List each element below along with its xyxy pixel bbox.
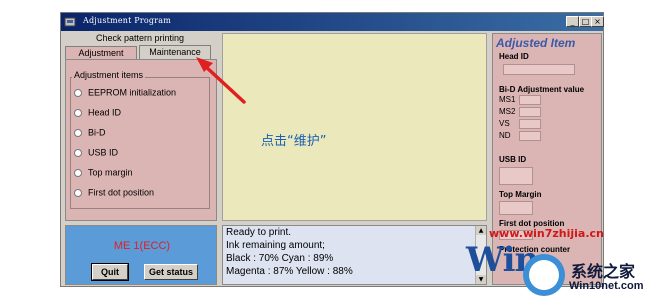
radio-top-margin[interactable]: Top margin bbox=[74, 167, 133, 179]
scroll-up-icon[interactable]: ▲ bbox=[476, 226, 486, 235]
nd-label: ND bbox=[499, 131, 511, 140]
ms1-label: MS1 bbox=[499, 95, 516, 104]
radio-icon bbox=[74, 108, 82, 117]
radio-icon bbox=[74, 168, 82, 177]
adjusted-item-title: Adjusted Item bbox=[496, 36, 576, 50]
nd-field bbox=[519, 131, 541, 141]
app-icon bbox=[64, 17, 76, 27]
head-id-label: Head ID bbox=[499, 52, 529, 61]
ms2-field bbox=[519, 107, 541, 117]
status-ready: Ready to print. bbox=[226, 227, 292, 238]
display-area: 点击“维护” bbox=[222, 33, 487, 221]
ms1-field bbox=[519, 95, 541, 105]
radio-icon bbox=[74, 188, 82, 197]
status-box: Ready to print. Ink remaining amount; Bl… bbox=[222, 225, 487, 285]
watermark-url-top: www.win7zhijia.cn bbox=[489, 227, 604, 240]
adjustment-items-label: Adjustment items bbox=[72, 70, 146, 80]
usb-id-field bbox=[499, 167, 533, 185]
close-button[interactable]: × bbox=[591, 16, 604, 27]
status-magenta-yellow: Magenta : 87% Yellow : 88% bbox=[226, 266, 353, 277]
adjustment-panel: Adjustment items EEPROM initialization H… bbox=[65, 59, 217, 221]
tab-maintenance[interactable]: Maintenance bbox=[139, 45, 211, 59]
usb-id-label: USB ID bbox=[499, 155, 527, 164]
ms2-label: MS2 bbox=[499, 107, 516, 116]
window-title: Adjustment Program bbox=[83, 16, 172, 25]
vs-field bbox=[519, 119, 541, 129]
radio-icon bbox=[74, 128, 82, 137]
quit-button[interactable]: Quit bbox=[91, 263, 129, 281]
minimize-button[interactable]: _ bbox=[566, 16, 579, 27]
radio-first-dot-position[interactable]: First dot position bbox=[74, 187, 154, 199]
model-panel: ME 1(ECC) Quit Get status bbox=[65, 225, 217, 285]
vs-label: VS bbox=[499, 119, 510, 128]
radio-icon bbox=[74, 148, 82, 157]
top-margin-field bbox=[499, 201, 533, 215]
radio-icon bbox=[74, 88, 82, 97]
top-margin-label: Top Margin bbox=[499, 190, 542, 199]
radio-head-id[interactable]: Head ID bbox=[74, 107, 121, 119]
head-id-field bbox=[503, 64, 575, 75]
get-status-button[interactable]: Get status bbox=[144, 264, 198, 280]
watermark-globe-icon bbox=[523, 254, 565, 296]
radio-eeprom-initialization[interactable]: EEPROM initialization bbox=[74, 87, 176, 99]
watermark-cn-text: 系统之家 bbox=[571, 262, 636, 281]
status-ink-remaining: Ink remaining amount; bbox=[226, 240, 325, 251]
radio-bi-d[interactable]: Bi-D bbox=[74, 127, 106, 139]
bid-adjustment-label: Bi-D Adjustment value bbox=[499, 85, 585, 94]
instruction-text: 点击“维护” bbox=[261, 134, 327, 149]
title-bar[interactable]: Adjustment Program _ □ × bbox=[61, 13, 604, 31]
status-black-cyan: Black : 70% Cyan : 89% bbox=[226, 253, 334, 264]
tab-strip: Adjustment Maintenance bbox=[63, 45, 215, 60]
watermark-url: Win10net.com bbox=[569, 280, 644, 292]
tab-adjustment[interactable]: Adjustment bbox=[65, 46, 137, 60]
model-name: ME 1(ECC) bbox=[113, 240, 171, 252]
radio-usb-id[interactable]: USB ID bbox=[74, 147, 118, 159]
